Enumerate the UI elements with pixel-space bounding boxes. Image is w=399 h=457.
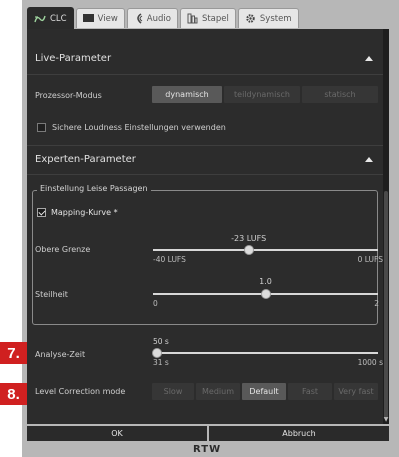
live-parameter-header[interactable]: Live-Parameter bbox=[27, 45, 383, 75]
upper-limit-min-label: -40 LUFS bbox=[153, 255, 186, 264]
slope-label: Steilheit bbox=[35, 290, 68, 299]
analysis-time-label: Analyse-Zeit bbox=[35, 350, 86, 359]
expert-parameter-header[interactable]: Experten-Parameter bbox=[27, 145, 383, 175]
tab-audio[interactable]: Audio bbox=[126, 8, 178, 28]
callout-badge-7: 7. bbox=[0, 342, 27, 364]
vertical-scrollbar[interactable]: ▼ bbox=[383, 29, 389, 424]
analysis-time-value: 50 s bbox=[153, 337, 169, 346]
ok-button[interactable]: OK bbox=[27, 426, 207, 441]
analysis-time-max-label: 1000 s bbox=[357, 358, 383, 367]
slope-max-label: 2 bbox=[374, 299, 379, 308]
safe-loudness-checkbox[interactable] bbox=[37, 123, 46, 132]
tab-view[interactable]: View bbox=[75, 8, 125, 28]
analysis-time-slider-track[interactable] bbox=[153, 352, 378, 354]
processor-mode-selector: dynamisch teildynamisch statisch bbox=[152, 86, 378, 103]
upper-limit-label: Obere Grenze bbox=[35, 245, 91, 254]
level-correction-label: Level Correction mode bbox=[35, 387, 126, 396]
dialog-buttons: OK Abbruch bbox=[27, 426, 389, 441]
section-title: Live-Parameter bbox=[35, 53, 112, 64]
tab-clc[interactable]: CLC bbox=[27, 7, 74, 29]
settings-window: CLC View Audio Stapel System Live-Parame… bbox=[22, 0, 399, 457]
level-option-very-fast[interactable]: Very fast bbox=[334, 383, 378, 400]
cancel-button[interactable]: Abbruch bbox=[209, 426, 389, 441]
tab-system[interactable]: System bbox=[237, 8, 299, 28]
slope-min-label: 0 bbox=[153, 299, 158, 308]
monitor-icon bbox=[82, 14, 94, 23]
processor-mode-label: Prozessor-Modus bbox=[35, 91, 102, 100]
safe-loudness-label: Sichere Loudness Einstellungen verwenden bbox=[52, 123, 226, 132]
collapse-arrow-icon[interactable] bbox=[365, 56, 373, 61]
group-title: Einstellung Leise Passagen bbox=[37, 184, 151, 193]
level-option-default[interactable]: Default bbox=[242, 383, 286, 400]
mode-option-partial[interactable]: teildynamisch bbox=[224, 86, 300, 103]
mapping-curve-checkbox[interactable] bbox=[37, 208, 46, 217]
level-option-medium[interactable]: Medium bbox=[196, 383, 240, 400]
analysis-time-slider-handle[interactable] bbox=[152, 348, 163, 358]
level-option-slow[interactable]: Slow bbox=[152, 383, 194, 400]
upper-limit-slider-handle[interactable] bbox=[243, 245, 254, 255]
mapping-curve-label: Mapping-Kurve * bbox=[51, 208, 118, 217]
scroll-down-arrow-icon[interactable]: ▼ bbox=[383, 416, 389, 424]
analysis-time-min-label: 31 s bbox=[153, 358, 169, 367]
mode-option-dynamic[interactable]: dynamisch bbox=[152, 86, 222, 103]
clc-icon bbox=[34, 14, 46, 24]
upper-limit-value: -23 LUFS bbox=[231, 234, 267, 243]
rtw-logo: RTW bbox=[193, 444, 222, 455]
level-option-fast[interactable]: Fast bbox=[288, 383, 332, 400]
section-title: Experten-Parameter bbox=[35, 154, 136, 165]
tab-stapel[interactable]: Stapel bbox=[179, 8, 236, 28]
scrollbar-thumb[interactable] bbox=[384, 191, 388, 419]
slope-value: 1.0 bbox=[259, 277, 272, 286]
audio-icon bbox=[134, 13, 143, 24]
callout-badge-8: 8. bbox=[0, 383, 27, 405]
tab-label: Stapel bbox=[201, 13, 229, 24]
clc-settings-panel: Live-Parameter Prozessor-Modus dynamisch… bbox=[27, 29, 389, 424]
tab-label: CLC bbox=[50, 13, 67, 24]
stack-icon bbox=[187, 13, 198, 24]
upper-limit-max-label: 0 LUFS bbox=[357, 255, 383, 264]
level-correction-selector: Slow Medium Default Fast Very fast bbox=[152, 383, 378, 400]
tab-label: System bbox=[259, 13, 292, 24]
tab-label: View bbox=[97, 13, 118, 24]
upper-limit-slider-track[interactable] bbox=[153, 249, 378, 251]
slope-slider-handle[interactable] bbox=[260, 289, 271, 299]
gear-icon bbox=[245, 13, 256, 24]
tab-label: Audio bbox=[146, 13, 171, 24]
mode-option-static[interactable]: statisch bbox=[302, 86, 378, 103]
collapse-arrow-icon[interactable] bbox=[365, 157, 373, 162]
tab-bar: CLC View Audio Stapel System bbox=[27, 7, 299, 29]
